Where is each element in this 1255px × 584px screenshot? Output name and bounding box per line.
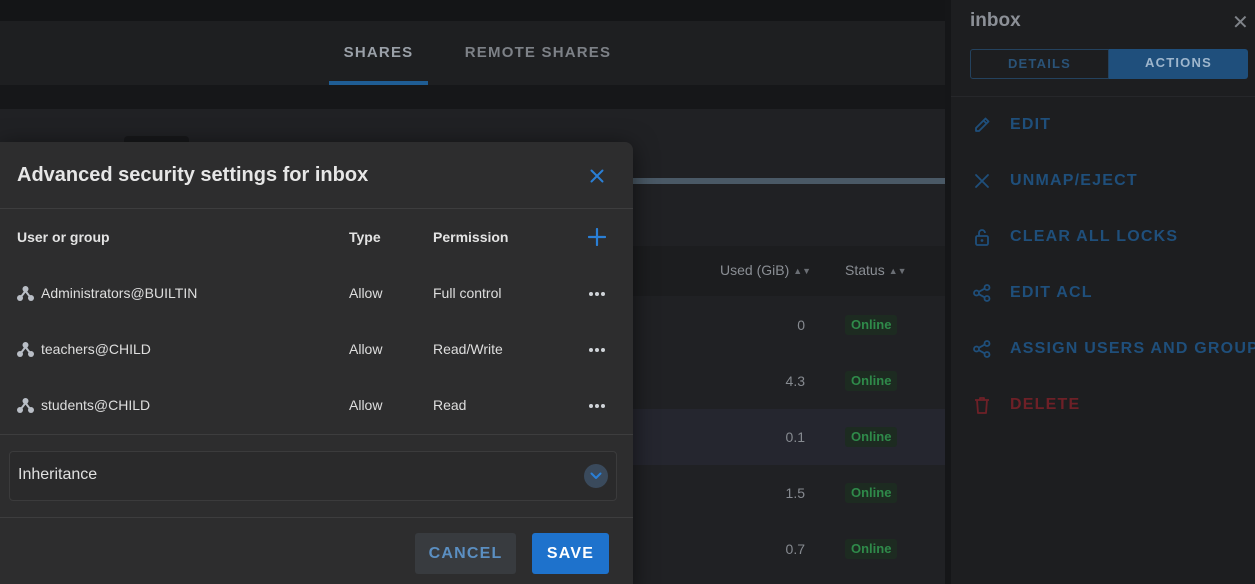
entry-type: Allow [349,397,383,413]
divider [0,208,633,209]
more-options-icon[interactable] [585,282,609,306]
divider [951,96,1255,97]
edit-acl-button[interactable]: EDIT ACL [970,280,1093,306]
unlock-icon [970,225,994,249]
divider [0,434,633,435]
column-header-type: Type [349,229,381,245]
close-icon[interactable] [585,164,609,188]
entry-permission: Read/Write [433,341,503,357]
cancel-button[interactable]: CANCEL [415,533,516,574]
action-label: CLEAR ALL LOCKS [1010,228,1179,245]
unmap-eject-button[interactable]: UNMAP/EJECT [970,168,1138,194]
status-badge: Online [845,539,898,559]
table-row[interactable]: 1.5 Online [632,465,945,521]
group-icon [17,397,34,414]
acl-entry-row: students@CHILD Allow Read [0,378,633,434]
column-header-status[interactable]: Status ▲▼ [845,262,907,278]
dialog-title: Advanced security settings for inbox [17,164,369,186]
chevron-down-icon[interactable] [584,464,608,488]
pencil-icon [970,113,994,137]
column-header-user: User or group [17,229,110,245]
table-row[interactable]: 0 Online [632,297,945,353]
inheritance-label: Inheritance [18,466,98,483]
more-options-icon[interactable] [585,394,609,418]
share-icon [970,281,994,305]
entry-permission: Full control [433,285,502,301]
tab-shares[interactable]: SHARES [329,21,428,85]
panel-title: inbox [970,10,1021,31]
column-header-used[interactable]: Used (GiB) ▲▼ [720,262,811,278]
tab-details[interactable]: DETAILS [970,49,1109,79]
close-icon [970,169,994,193]
top-bar [0,0,945,21]
status-badge: Online [845,371,898,391]
used-value: 0 [797,317,805,333]
used-value: 1.5 [785,485,805,501]
entry-name: teachers@CHILD [41,341,151,357]
status-badge: Online [845,483,898,503]
trash-icon [970,393,994,417]
action-label: ASSIGN USERS AND GROUPS [1010,340,1255,357]
column-header-permission: Permission [433,229,509,245]
entry-permission: Read [433,397,467,413]
used-value: 0.1 [785,429,805,445]
security-settings-dialog: Advanced security settings for inbox Use… [0,142,633,584]
shares-tabs: SHARES REMOTE SHARES [0,21,945,85]
delete-button[interactable]: DELETE [970,392,1080,418]
tab-actions[interactable]: ACTIONS [1109,49,1248,79]
status-badge: Online [845,315,898,335]
entry-type: Allow [349,285,383,301]
used-value: 4.3 [785,373,805,389]
entry-type: Allow [349,341,383,357]
close-icon[interactable]: ✕ [1232,10,1249,35]
status-badge: Online [845,427,898,447]
details-panel: inbox ✕ DETAILS ACTIONS EDIT UNMAP/EJECT… [945,0,1255,584]
assign-users-and-groups-button[interactable]: ASSIGN USERS AND GROUPS [970,336,1255,362]
action-label: EDIT [1010,116,1052,133]
share-icon [970,337,994,361]
group-icon [17,285,34,302]
tab-remote-shares[interactable]: REMOTE SHARES [452,21,624,85]
acl-entry-row: Administrators@BUILTIN Allow Full contro… [0,266,633,322]
action-label: DELETE [1010,396,1081,413]
used-value: 0.7 [785,541,805,557]
group-icon [17,341,34,358]
edit-button[interactable]: EDIT [970,112,1051,138]
table-row[interactable]: 0.7 Online [632,521,945,577]
action-label: UNMAP/EJECT [1010,172,1138,189]
sort-icon: ▲▼ [888,266,907,276]
capacity-bar [632,178,945,184]
table-row[interactable]: 0.1 Online [632,409,945,465]
divider [0,517,633,518]
entry-name: Administrators@BUILTIN [41,285,198,301]
toolbar-strip [0,85,945,109]
action-label: EDIT ACL [1010,284,1093,301]
plus-icon [588,228,606,246]
add-entry-button[interactable] [585,225,609,249]
entry-name: students@CHILD [41,397,151,413]
sort-icon: ▲▼ [793,266,812,276]
more-options-icon[interactable] [585,338,609,362]
clear-all-locks-button[interactable]: CLEAR ALL LOCKS [970,224,1178,250]
acl-entry-row: teachers@CHILD Allow Read/Write [0,322,633,378]
inheritance-accordion[interactable]: Inheritance [9,451,617,501]
table-row[interactable]: 4.3 Online [632,353,945,409]
save-button[interactable]: SAVE [532,533,609,574]
